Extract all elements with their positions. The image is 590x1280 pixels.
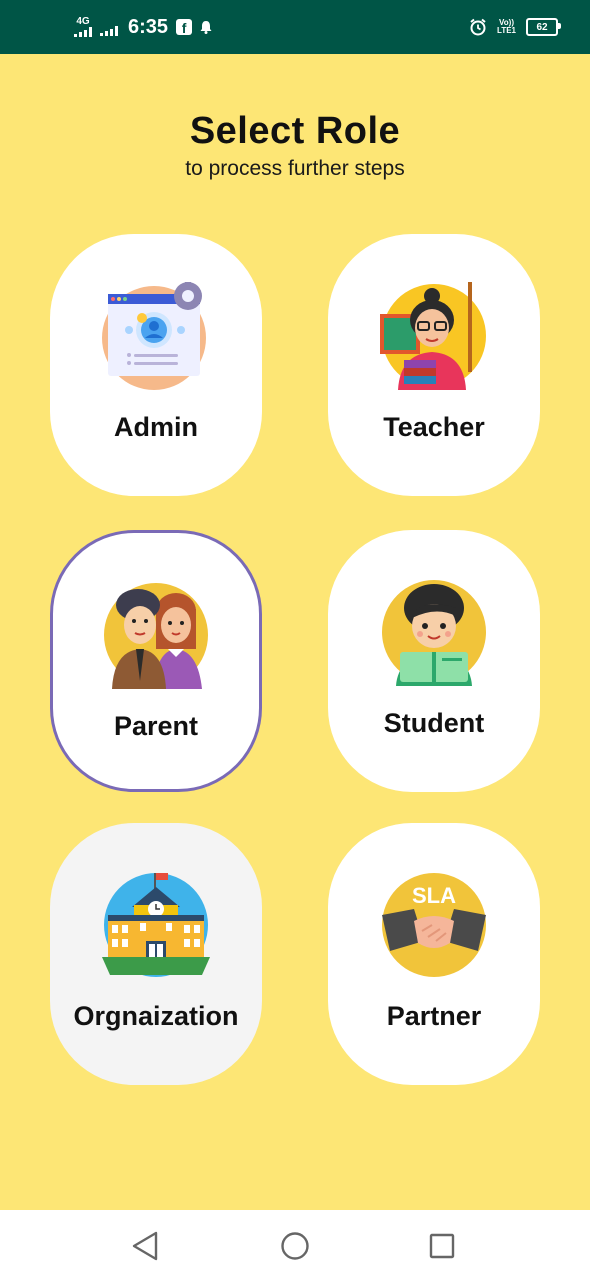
role-label-admin: Admin — [114, 412, 198, 442]
role-card-student[interactable]: Student — [328, 530, 540, 792]
status-right: Vo)) LTE1 62 — [469, 0, 561, 54]
battery-icon: 62 — [526, 18, 561, 36]
battery-level: 62 — [536, 21, 548, 33]
home-circle-icon[interactable] — [279, 1230, 311, 1262]
page-subtitle: to process further steps — [185, 157, 405, 180]
system-nav-bar — [0, 1210, 590, 1280]
role-label-partner: Partner — [386, 1001, 482, 1031]
partner-badge: SLA — [412, 883, 456, 908]
school-building-icon — [102, 871, 210, 979]
page-title: Select Role — [189, 110, 401, 152]
role-card-organization[interactable]: Orgnaization — [50, 823, 262, 1085]
recents-square-icon[interactable] — [426, 1230, 458, 1262]
role-card-parent[interactable]: Parent — [50, 530, 262, 792]
notification-bell-icon — [200, 20, 212, 34]
alarm-icon — [469, 18, 487, 36]
role-label-teacher: Teacher — [383, 412, 485, 442]
role-card-teacher[interactable]: Teacher — [328, 234, 540, 496]
volte-bottom: LTE1 — [497, 26, 516, 35]
student-icon — [380, 578, 488, 686]
back-triangle-icon[interactable] — [129, 1230, 161, 1262]
network-type: 4G — [76, 16, 90, 27]
signal-icon — [74, 27, 92, 37]
admin-profile-icon — [102, 282, 210, 390]
role-label-organization: Orgnaization — [73, 1001, 239, 1031]
parents-icon — [102, 581, 210, 689]
status-bar: 4G 6:35 f Vo)) LTE1 62 — [0, 0, 590, 54]
status-time: 6:35 — [128, 15, 169, 38]
header: Select Role to process further steps — [0, 110, 590, 181]
teacher-icon — [380, 282, 488, 390]
mobile-signal-1: 4G — [74, 17, 92, 37]
role-label-parent: Parent — [113, 711, 199, 741]
signal-icon — [100, 26, 118, 36]
role-label-student: Student — [383, 708, 485, 738]
volte-icon: Vo)) LTE1 — [497, 19, 516, 35]
role-card-admin[interactable]: Admin — [50, 234, 262, 496]
status-left: 4G 6:35 f — [74, 0, 212, 54]
facebook-icon: f — [176, 19, 193, 35]
handshake-icon: SLA — [380, 871, 488, 979]
role-card-partner[interactable]: SLA Partner — [328, 823, 540, 1085]
